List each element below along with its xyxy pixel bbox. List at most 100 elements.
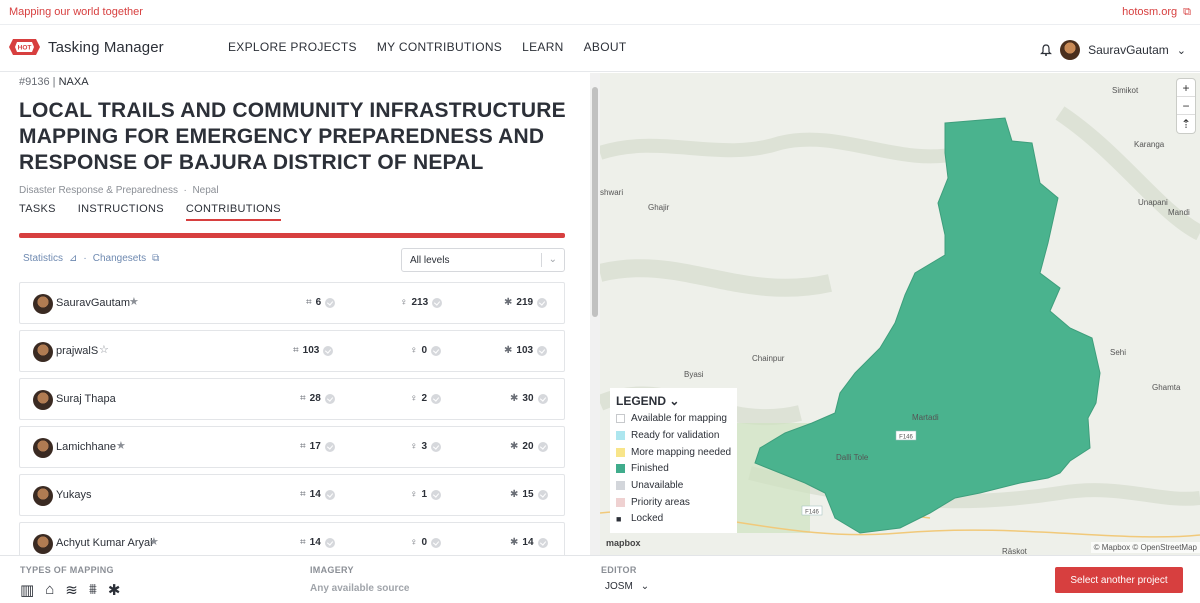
check-icon bbox=[324, 441, 335, 452]
tab-instructions[interactable]: INSTRUCTIONS bbox=[78, 203, 164, 221]
validated-count: ♀ 0 bbox=[410, 345, 442, 356]
contributor-name[interactable]: prajwalS bbox=[56, 345, 98, 357]
avatar[interactable] bbox=[33, 294, 53, 314]
total-value: 30 bbox=[522, 393, 534, 404]
contributor-name[interactable]: Yukays bbox=[56, 489, 91, 501]
mapped-count: ⌗ 103 bbox=[293, 345, 334, 356]
landuse-icon: ⩩ bbox=[88, 581, 97, 598]
check-icon bbox=[537, 441, 548, 452]
check-icon bbox=[431, 393, 442, 404]
nav-explore-projects[interactable]: EXPLORE PROJECTS bbox=[228, 40, 357, 54]
check-icon bbox=[324, 537, 335, 548]
table-row: Yukays ⌗ 14 ♀ 1 ✱ 15 bbox=[19, 474, 565, 516]
legend-swatch bbox=[616, 448, 625, 457]
validated-icon: ♀ bbox=[410, 537, 418, 548]
avatar[interactable] bbox=[33, 534, 53, 554]
validated-count: ♀ 213 bbox=[400, 297, 443, 308]
project-title: LOCAL TRAILS AND COMMUNITY INFRASTRUCTUR… bbox=[19, 99, 566, 174]
legend-item-ready: Ready for validation bbox=[616, 430, 719, 441]
legend-swatch bbox=[616, 481, 625, 490]
editor-select[interactable]: JOSM ⌄ bbox=[605, 581, 649, 592]
check-icon bbox=[325, 297, 336, 308]
validated-icon: ♀ bbox=[410, 393, 418, 404]
asterisk-icon: ✱ bbox=[510, 393, 519, 404]
legend-title[interactable]: LEGEND ⌄ bbox=[616, 394, 679, 408]
legend-swatch bbox=[616, 498, 625, 507]
nav-learn[interactable]: LEARN bbox=[522, 40, 564, 54]
hotosm-link[interactable]: hotosm.org ⧉ bbox=[1122, 6, 1191, 19]
user-avatar[interactable] bbox=[1060, 40, 1081, 60]
lock-icon: ■ bbox=[616, 513, 622, 524]
mapped-icon: ⌗ bbox=[306, 297, 312, 308]
app-logo[interactable]: HOT Tasking Manager bbox=[9, 36, 164, 58]
house-icon: ⌂ bbox=[45, 581, 55, 598]
other-icon: ✱ bbox=[107, 582, 121, 599]
level-select[interactable]: All levels ⌄ bbox=[401, 248, 565, 272]
validated-count: ♀ 1 bbox=[410, 489, 442, 500]
map-place-label: Simikot bbox=[1112, 86, 1139, 95]
asterisk-icon: ✱ bbox=[510, 537, 519, 548]
star-half-icon: ☆ bbox=[99, 344, 109, 356]
mapbox-logo[interactable]: mapbox bbox=[606, 538, 641, 548]
scrollbar-thumb[interactable] bbox=[592, 87, 598, 317]
compass-reset-button[interactable]: ⇡ bbox=[1177, 115, 1195, 133]
mapped-icon: ⌗ bbox=[300, 393, 306, 404]
avatar[interactable] bbox=[33, 438, 53, 458]
project-campaign[interactable]: Disaster Response & Preparedness bbox=[19, 185, 178, 196]
map-attribution[interactable]: © Mapbox © OpenStreetMap bbox=[1090, 542, 1200, 553]
action-footer: TYPES OF MAPPING ▥ ⌂ ≋ ⩩ ✱ IMAGERY Any a… bbox=[0, 555, 1200, 603]
project-meta: Disaster Response & Preparedness · Nepal bbox=[19, 185, 219, 196]
total-value: 14 bbox=[522, 537, 534, 548]
statistics-link[interactable]: Statistics bbox=[23, 253, 63, 264]
check-icon bbox=[324, 393, 335, 404]
asterisk-icon: ✱ bbox=[504, 345, 513, 356]
total-count: ✱ 219 bbox=[504, 297, 548, 308]
mapped-value: 103 bbox=[302, 345, 320, 356]
check-icon bbox=[537, 489, 548, 500]
user-menu[interactable]: SauravGautam ⌄ bbox=[1040, 40, 1186, 60]
bell-icon[interactable] bbox=[1040, 44, 1053, 56]
map-place-label: Mandi bbox=[1168, 208, 1190, 217]
panel-scrollbar[interactable] bbox=[590, 73, 600, 555]
contrib-links: Statistics ⊿ · Changesets ⧉ bbox=[23, 253, 159, 264]
progress-bar bbox=[19, 233, 565, 238]
check-icon bbox=[431, 537, 442, 548]
external-link-icon: ⧉ bbox=[152, 253, 160, 264]
zoom-in-button[interactable]: + bbox=[1177, 79, 1195, 97]
hot-logo-icon: HOT bbox=[9, 39, 40, 55]
changesets-link[interactable]: Changesets bbox=[93, 253, 146, 264]
tab-tasks[interactable]: TASKS bbox=[19, 203, 56, 221]
hotosm-link-text: hotosm.org bbox=[1122, 6, 1178, 18]
chevron-down-icon: ⌄ bbox=[548, 254, 557, 265]
contributor-name[interactable]: Lamichhane bbox=[56, 441, 116, 453]
validated-icon: ♀ bbox=[410, 345, 418, 356]
contributor-name[interactable]: Suraj Thapa bbox=[56, 393, 116, 405]
mapped-value: 14 bbox=[309, 489, 321, 500]
map-place-label: Ghamta bbox=[1152, 383, 1181, 392]
contributor-name[interactable]: Achyut Kumar Aryal bbox=[56, 537, 153, 549]
map-place-label: shwari bbox=[600, 188, 623, 197]
validated-value: 3 bbox=[421, 441, 428, 452]
total-value: 219 bbox=[516, 297, 534, 308]
zoom-out-button[interactable]: − bbox=[1177, 97, 1195, 115]
table-row: Suraj Thapa ⌗ 28 ♀ 2 ✱ 30 bbox=[19, 378, 565, 420]
select-another-project-button[interactable]: Select another project bbox=[1055, 567, 1183, 593]
legend-label: Finished bbox=[631, 463, 669, 474]
building-icon: ▥ bbox=[20, 582, 35, 599]
project-country[interactable]: Nepal bbox=[192, 185, 218, 196]
editor-label: EDITOR bbox=[601, 565, 637, 575]
mapped-value: 14 bbox=[309, 537, 321, 548]
avatar[interactable] bbox=[33, 390, 53, 410]
nav-about[interactable]: ABOUT bbox=[584, 40, 627, 54]
table-row: Achyut Kumar Aryal ★ ⌗ 14 ♀ 0 ✱ 14 bbox=[19, 522, 565, 555]
mapped-icon: ⌗ bbox=[300, 441, 306, 452]
tab-contributions[interactable]: CONTRIBUTIONS bbox=[185, 203, 281, 221]
legend-swatch bbox=[616, 414, 625, 423]
avatar[interactable] bbox=[33, 342, 53, 362]
nav-my-contributions[interactable]: MY CONTRIBUTIONS bbox=[377, 40, 502, 54]
legend-label: Locked bbox=[631, 513, 664, 524]
project-panel: #9136 | NAXA LOCAL TRAILS AND COMMUNITY … bbox=[0, 73, 590, 555]
avatar[interactable] bbox=[33, 486, 53, 506]
check-icon bbox=[431, 441, 442, 452]
contributor-name[interactable]: SauravGautam bbox=[56, 297, 130, 309]
